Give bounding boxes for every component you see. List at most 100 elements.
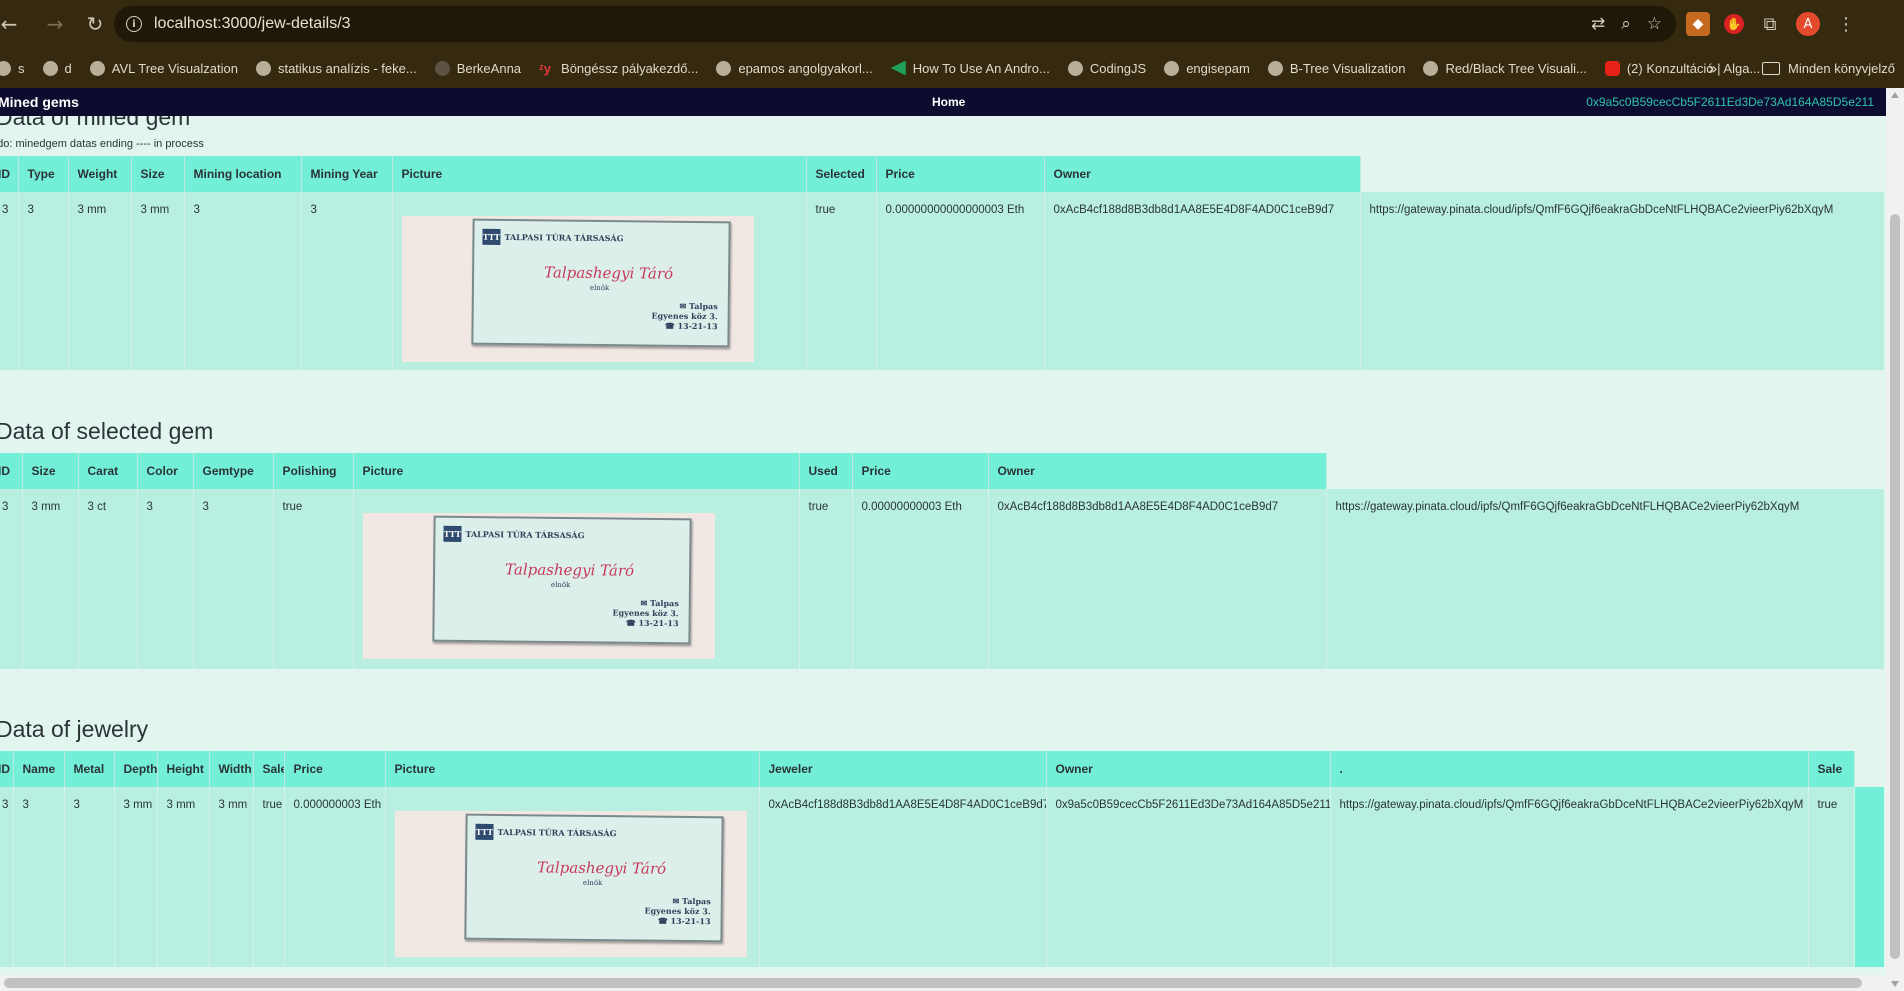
back-icon[interactable]: ← <box>0 9 24 39</box>
vertical-scrollbar[interactable] <box>1886 88 1904 991</box>
profile-avatar[interactable]: A <box>1796 12 1820 36</box>
bookmark-item[interactable]: How To Use An Andro... <box>890 60 1050 76</box>
horizontal-scroll-thumb[interactable] <box>4 978 1862 988</box>
vertical-scroll-thumb[interactable] <box>1890 214 1900 959</box>
navbar-brand[interactable]: Mined gems <box>0 88 79 116</box>
bookmark-star-icon[interactable]: ☆ <box>1647 14 1662 34</box>
column-header: Owner <box>1044 156 1361 192</box>
cell-polishing: true <box>273 489 354 669</box>
card-name: Talpashegyi Táró <box>543 263 673 283</box>
red-extension-icon[interactable]: ✋ <box>1724 14 1744 34</box>
card-logo: TTT <box>481 228 501 245</box>
cell-id: 3 <box>0 192 19 370</box>
cell-name: 3 <box>13 787 65 967</box>
column-header: Height <box>157 751 210 787</box>
cell-picture-link[interactable]: https://gateway.pinata.cloud/ipfs/QmfF6G… <box>1330 787 1809 967</box>
column-header: Picture <box>385 751 760 787</box>
cell-color: 3 <box>137 489 194 669</box>
column-header: Size <box>22 453 79 489</box>
bookmark-item[interactable]: ᶻy Böngéssz pályakezdő... <box>539 61 698 76</box>
site-info-icon[interactable]: i <box>126 16 142 32</box>
cell-picture-link[interactable]: https://gateway.pinata.cloud/ipfs/QmfF6G… <box>1326 489 1884 669</box>
cell-size: 3 mm <box>131 192 185 370</box>
globe-icon <box>42 60 58 76</box>
address-bar[interactable]: i localhost:3000/jew-details/3 ⇄ ⌕ ☆ <box>114 6 1676 42</box>
table-header-row: ID Name Metal Depth Height Width Sale Pr… <box>0 751 1884 787</box>
globe-icon <box>89 60 105 76</box>
bookmark-item[interactable]: Red/Black Tree Visuali... <box>1423 60 1587 76</box>
cell-depth: 3 mm <box>114 787 158 967</box>
bookmarks-bar: s d AVL Tree Visualzation statikus analí… <box>0 48 1904 88</box>
column-header: Price <box>852 453 989 489</box>
selected-gem-table: ID Size Carat Color Gemtype Polishing Pi… <box>0 453 1884 669</box>
globe-icon <box>255 60 271 76</box>
cell-picture-link[interactable]: https://gateway.pinata.cloud/ipfs/QmfF6G… <box>1360 192 1884 370</box>
table-row: 3 3 3 3 mm 3 mm 3 mm true 0.000000003 Et… <box>0 787 1884 967</box>
column-header: Used <box>799 453 853 489</box>
globe-icon <box>1164 60 1180 76</box>
scroll-up-icon[interactable] <box>1891 92 1899 98</box>
cell-jeweler: 0xAcB4cf188d8B3db8d1AA8E5E4D8F4AD0C1ceB9… <box>759 787 1047 967</box>
cell-picture: TTT TALPASI TÚRA TÁRSASÁG Talpashegyi Tá… <box>353 489 800 669</box>
bookmark-item[interactable]: BerkeAnna <box>434 60 521 76</box>
zy-icon: ᶻy <box>539 60 551 76</box>
app-navbar: Mined gems Home 0x9a5c0B59cecCb5F2611Ed3… <box>0 88 1886 116</box>
cell-price: 0.000000003 Eth <box>284 787 386 967</box>
extensions-puzzle-icon[interactable]: ⧉ <box>1758 12 1782 36</box>
gem-picture: TTT TALPASI TÚRA TÁRSASÁG Talpashegyi Tá… <box>362 513 715 659</box>
more-bookmarks-button[interactable]: » <box>1708 48 1718 88</box>
jewelry-picture: TTT TALPASI TÚRA TÁRSASÁG Talpashegyi Tá… <box>394 811 747 957</box>
bookmark-item[interactable]: (2) Konzultáció | Alga... <box>1604 60 1760 76</box>
cell-id: 3 <box>0 489 23 669</box>
column-header: Mining Year <box>301 156 393 192</box>
scroll-down-icon[interactable] <box>1891 981 1899 987</box>
horizontal-scrollbar[interactable] <box>0 975 1886 991</box>
cell-owner: 0x9a5c0B59cecCb5F2611Ed3De73Ad164A85D5e2… <box>1046 787 1331 967</box>
column-header-empty <box>1854 751 1884 787</box>
address-url[interactable]: localhost:3000/jew-details/3 <box>154 15 351 33</box>
column-header-empty <box>1360 156 1884 192</box>
zoom-icon[interactable]: ⌕ <box>1621 14 1631 34</box>
cell-price: 0.00000000003 Eth <box>852 489 989 669</box>
column-header: Price <box>284 751 386 787</box>
cell-height: 3 mm <box>157 787 210 967</box>
card-org: TALPASI TÚRA TÁRSASÁG <box>503 231 624 244</box>
globe-icon <box>1267 60 1283 76</box>
translate-icon[interactable]: ⇄ <box>1591 14 1605 34</box>
forward-icon[interactable]: → <box>40 9 70 39</box>
bookmark-item[interactable]: B-Tree Visualization <box>1267 60 1405 76</box>
cell-size: 3 mm <box>22 489 79 669</box>
selected-gem-title: Data of selected gem <box>0 418 214 444</box>
all-bookmarks-folder[interactable]: Minden könyvjelző <box>1762 48 1895 88</box>
card-role: elnök <box>550 580 570 590</box>
bookmark-item[interactable]: CodingJS <box>1067 60 1146 76</box>
nav-home-link[interactable]: Home <box>932 88 965 116</box>
column-header: . <box>1330 751 1809 787</box>
cell-metal: 3 <box>64 787 115 967</box>
bookmark-item[interactable]: epamos angolgyakorl... <box>716 60 873 76</box>
bookmark-item[interactable]: s <box>0 60 25 76</box>
bookmark-item[interactable]: engisepam <box>1164 60 1250 76</box>
bookmark-item[interactable]: AVL Tree Visualzation <box>89 60 238 76</box>
folder-icon <box>1762 61 1780 75</box>
page-content: Data of mined gem todo: minedgem datas e… <box>0 116 1886 975</box>
reload-icon[interactable]: ↻ <box>80 9 110 39</box>
bookmark-item[interactable]: d <box>42 60 72 76</box>
column-header: ID <box>0 751 14 787</box>
browser-toolbar: ← → ↻ i localhost:3000/jew-details/3 ⇄ ⌕… <box>0 0 1904 48</box>
cell-mining-year: 3 <box>301 192 393 370</box>
globe-icon <box>716 60 732 76</box>
globe-icon <box>1423 60 1439 76</box>
chrome-menu-icon[interactable]: ⋮ <box>1834 12 1858 36</box>
mined-gem-table: ID Type Weight Size Mining location Mini… <box>0 156 1884 370</box>
column-header: Weight <box>68 156 132 192</box>
card-role: elnök <box>589 283 609 293</box>
column-header: Picture <box>353 453 800 489</box>
metamask-extension-icon[interactable]: ◆ <box>1686 12 1710 36</box>
jewelry-title: Data of jewelry <box>0 716 149 742</box>
column-header: Picture <box>392 156 807 192</box>
column-header: Metal <box>64 751 115 787</box>
bookmark-item[interactable]: statikus analízis - feke... <box>255 60 417 76</box>
card-org: TALPASI TÚRA TÁRSASÁG <box>496 826 617 839</box>
column-header: Jeweler <box>759 751 1047 787</box>
